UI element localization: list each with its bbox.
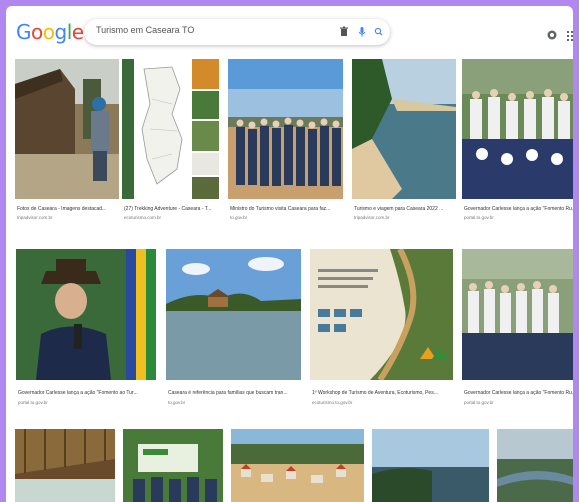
logo-letter: G	[16, 20, 32, 44]
search-query[interactable]: Turismo em Caseara TO	[96, 25, 194, 35]
result-source: portal.to.gov.br	[464, 400, 494, 405]
result-image-lake[interactable]	[166, 249, 301, 380]
result-image-river-view[interactable]	[372, 429, 489, 502]
result-caption[interactable]: Governador Carlesse lança a ação "Foment…	[464, 390, 573, 396]
result-image-minister[interactable]	[228, 59, 343, 199]
result-caption[interactable]: Fotos de Caseara - Imagens destacad...	[17, 206, 117, 212]
result-caption[interactable]: (27) Trekking Adventure - Caseara - T...	[124, 206, 219, 212]
result-image-workshop-flyer[interactable]	[310, 249, 453, 380]
result-source: tripadvisor.com.br	[17, 215, 53, 220]
result-caption[interactable]: Caseara é referência para famílias que b…	[168, 390, 301, 396]
result-image-aerial[interactable]	[497, 429, 573, 502]
mic-icon[interactable]	[355, 24, 369, 40]
result-caption[interactable]: Turismo e viagem para Caseara 2022 ...	[354, 206, 454, 212]
gear-icon[interactable]	[546, 28, 558, 40]
result-image-riverside-town[interactable]	[231, 429, 364, 502]
google-logo[interactable]: Google	[16, 20, 84, 44]
result-source: to.gov.br	[168, 400, 186, 405]
result-source: to.gov.br	[230, 215, 248, 220]
result-source: portal.to.gov.br	[464, 215, 494, 220]
result-caption[interactable]: Ministro do Turismo visita Caseara para …	[230, 206, 342, 212]
result-image-governor[interactable]	[16, 249, 156, 380]
result-image-map[interactable]	[122, 59, 219, 199]
logo-letter: o	[31, 20, 43, 44]
result-source: tripadvisor.com.br	[354, 215, 390, 220]
search-icon[interactable]	[372, 24, 386, 40]
result-image-roof[interactable]	[15, 429, 115, 502]
search-input[interactable]: Turismo em Caseara TO	[84, 19, 390, 45]
result-image-river-beach[interactable]	[352, 59, 456, 199]
result-caption[interactable]: 1º Workshop de Turismo de Aventura, Ecot…	[312, 390, 453, 396]
result-image-village[interactable]	[15, 59, 119, 199]
logo-letter: g	[54, 20, 68, 44]
result-source: ecoturismo.com.br	[124, 215, 162, 220]
search-header: Google Turismo em Caseara TO	[6, 6, 573, 52]
result-source: ecoturismo.to.gov.br	[312, 400, 353, 405]
result-source: portal.to.gov.br	[18, 400, 48, 405]
result-image-banner-group[interactable]	[123, 429, 223, 502]
result-image-event-crowd[interactable]	[462, 59, 573, 199]
browser-frame: Google Turismo em Caseara TO Fotos de Ca…	[6, 6, 573, 502]
result-image-event-crowd-2[interactable]	[462, 249, 573, 380]
logo-letter: e	[71, 20, 84, 44]
apps-grid-icon[interactable]	[567, 28, 573, 41]
result-caption[interactable]: Governador Carlesse lança a ação "Foment…	[18, 390, 156, 396]
result-caption[interactable]: Governador Carlesse lança a ação "Foment…	[464, 206, 573, 212]
logo-letter: o	[42, 20, 55, 44]
trash-icon[interactable]	[337, 24, 351, 40]
